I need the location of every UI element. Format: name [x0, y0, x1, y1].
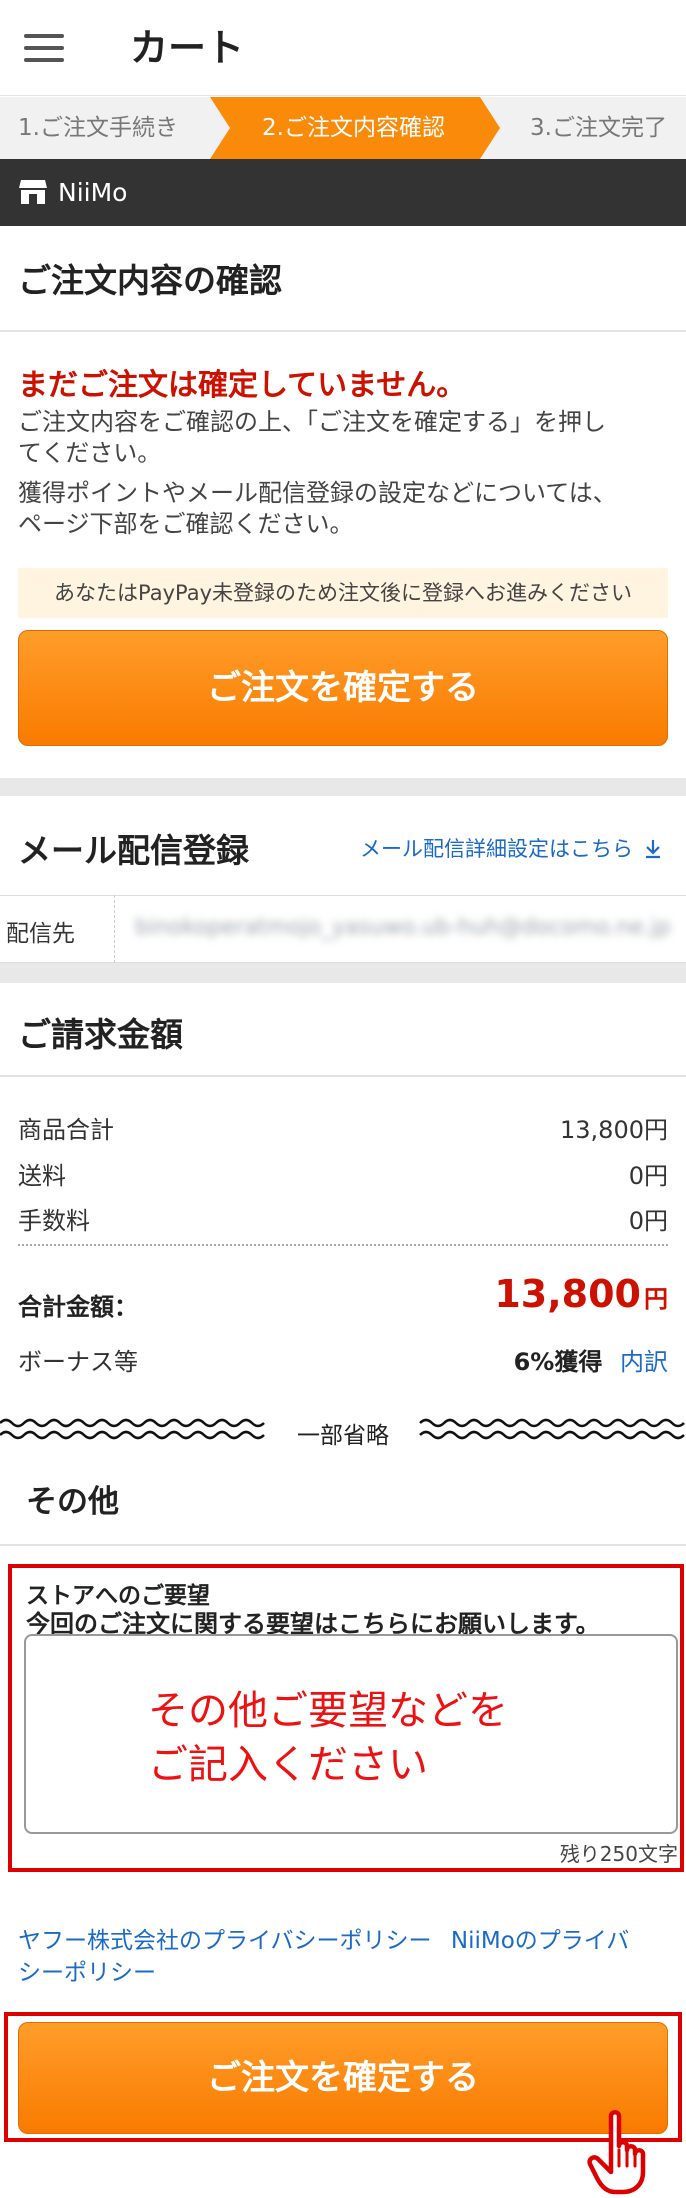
divider	[0, 1075, 686, 1077]
store-privacy-policy-link-cont[interactable]: シーポリシー	[18, 1957, 668, 1989]
store-icon	[19, 180, 47, 204]
notice-text-1: ご注文内容をご確認の上、「ご注文を確定する」を押し てください。	[18, 407, 668, 469]
page-title: カート	[130, 26, 245, 70]
mail-row-separator	[114, 895, 115, 963]
notice-1-line-2: てください。	[18, 439, 162, 467]
subtotal-label: 商品合計	[18, 1116, 114, 1144]
store-name: NiiMo	[58, 178, 128, 207]
other-section-title: その他	[26, 1484, 119, 1520]
not-confirmed-warning: まだご注文は確定していません。	[18, 368, 467, 403]
confirm-order-button-bottom[interactable]: ご注文を確定する	[18, 2022, 668, 2134]
billing-section-title: ご請求金額	[18, 1015, 183, 1054]
section-separator	[0, 778, 686, 796]
app-header	[0, 0, 686, 96]
fee-label: 手数料	[18, 1207, 90, 1235]
notice-2-line-1: 獲得ポイントやメール配信登録の設定などについては、	[18, 479, 617, 507]
hamburger-menu-icon[interactable]	[24, 34, 64, 62]
bonus-percentage: 6%獲得	[513, 1348, 603, 1376]
step-3: 3.ご注文完了	[530, 115, 667, 141]
yahoo-privacy-policy-link[interactable]: ヤフー株式会社のプライバシーポリシー	[18, 1928, 432, 1954]
notice-2-line-2: ページ下部をご確認ください。	[18, 510, 354, 538]
placeholder-line-1: その他ご要望などを	[148, 1688, 508, 1734]
omitted-label: 一部省略	[297, 1423, 389, 1449]
notice-1-line-1: ご注文内容をご確認の上、「ご注文を確定する」を押し	[18, 408, 606, 436]
download-arrow-icon	[645, 840, 660, 859]
divider	[0, 330, 686, 332]
bonus-breakdown-link[interactable]: 内訳	[620, 1348, 668, 1376]
total-amount: 13,800 円	[494, 1272, 668, 1316]
mail-settings-link-label: メール配信詳細設定はこちら	[360, 837, 633, 861]
step-2-active: 2.ご注文内容確認	[262, 115, 445, 141]
placeholder-line-2: ご記入ください	[148, 1742, 428, 1788]
subtotal-value: 13,800円	[560, 1116, 668, 1144]
notice-text-2: 獲得ポイントやメール配信登録の設定などについては、 ページ下部をご確認ください。	[18, 478, 668, 540]
divider	[0, 1544, 686, 1546]
bonus-value: 6%獲得 内訳	[514, 1342, 668, 1377]
dotted-divider	[18, 1244, 668, 1246]
store-privacy-policy-link[interactable]: NiiMoのプライバ	[451, 1928, 629, 1954]
mail-recipient-label: 配信先	[6, 921, 75, 947]
total-label: 合計金額：	[18, 1293, 138, 1321]
total-amount-unit: 円	[644, 1285, 668, 1313]
step-1: 1.ご注文手続き	[18, 115, 178, 141]
paypay-notice-banner: あなたはPayPay未登録のため注文後に登録へお進みください	[18, 568, 668, 618]
pointer-hand-icon	[587, 2110, 646, 2195]
mail-recipient-address: binokoperatmojo_yasuwo.ub-huh@docomo.ne.…	[135, 915, 671, 940]
section-separator	[0, 963, 686, 983]
confirm-order-button-top[interactable]: ご注文を確定する	[18, 630, 668, 746]
checkout-steps: 1.ご注文手続き 2.ご注文内容確認 3.ご注文完了	[0, 97, 686, 159]
textarea-placeholder: その他ご要望などを ご記入ください	[148, 1684, 508, 1792]
total-amount-number: 13,800	[494, 1272, 641, 1316]
shipping-label: 送料	[18, 1162, 66, 1190]
privacy-links: ヤフー株式会社のプライバシーポリシー NiiMoのプライバ シーポリシー	[18, 1925, 668, 1989]
shipping-value: 0円	[628, 1162, 668, 1190]
mail-settings-link[interactable]: メール配信詳細設定はこちら	[360, 833, 662, 863]
bonus-label: ボーナス等	[18, 1348, 138, 1376]
confirm-section-title: ご注文内容の確認	[18, 261, 282, 300]
mail-section-title: メール配信登録	[18, 831, 249, 870]
char-remaining-counter: 残り250文字	[559, 1842, 678, 1866]
fee-value: 0円	[628, 1207, 668, 1235]
